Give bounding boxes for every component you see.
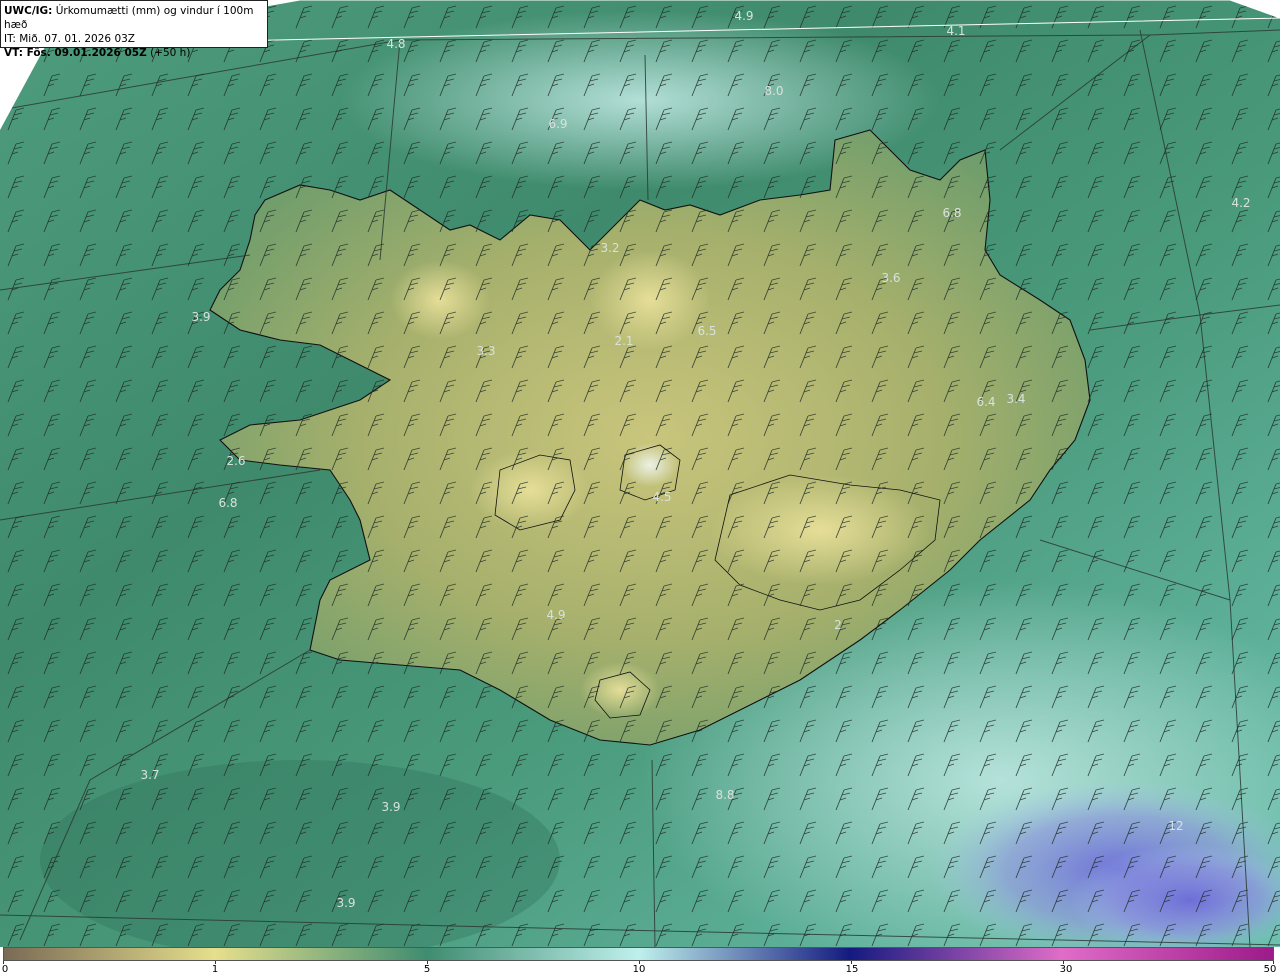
colorbar-tick-label: 1: [211, 964, 219, 975]
forecast-hour: (+50 h): [146, 47, 191, 59]
colorbar-tick-label: 15: [845, 964, 859, 975]
value-label: 2.6: [226, 454, 246, 468]
value-label: 3.7: [140, 768, 160, 782]
value-label: 8.8: [715, 788, 735, 802]
value-label: 6.4: [976, 395, 996, 409]
value-label: 4.5: [652, 490, 672, 504]
map-title-box: UWC/IG: Úrkomumætti (mm) og vindur í 100…: [0, 0, 268, 59]
value-label: 12: [1168, 819, 1184, 833]
colorbar: 0 1 5 10 15 30 50: [0, 947, 1280, 978]
value-label: 4.8: [386, 37, 406, 51]
value-label: 3.6: [881, 271, 901, 285]
value-label: 4.9: [546, 608, 566, 622]
value-label: 2.1: [614, 334, 634, 348]
model-name: UWC/IG:: [4, 5, 53, 17]
value-label: 4.2: [1231, 196, 1251, 210]
colorbar-strip: [3, 947, 1274, 961]
value-label: 3.2: [600, 241, 620, 255]
value-label: 8.0: [764, 84, 784, 98]
value-label: 4.1: [946, 24, 966, 38]
wind-barbs: [0, 0, 1280, 947]
colorbar-tick-label: 50: [1263, 964, 1277, 975]
value-label: 4.9: [734, 9, 754, 23]
value-label: 6.8: [218, 496, 238, 510]
valid-time: VT: Fös. 09.01.2026 05Z (+50 h): [4, 46, 264, 60]
value-label: 3.3: [476, 344, 496, 358]
value-label: 3.9: [336, 896, 356, 910]
colorbar-tick-label: 10: [632, 964, 646, 975]
value-label: 6.9: [548, 117, 568, 131]
product-title: UWC/IG: Úrkomumætti (mm) og vindur í 100…: [4, 4, 264, 32]
colorbar-tick-label: 30: [1059, 964, 1073, 975]
value-label: 6.8: [942, 206, 962, 220]
value-label: 6.5: [697, 324, 717, 338]
weather-map-view: 4.9 4.1 4.8 8.0 6.9 6.8 4.2 3.2 3.6 3.9 …: [0, 0, 1280, 978]
valid-time-value: VT: Fös. 09.01.2026 05Z: [4, 47, 147, 59]
value-label: 2: [834, 618, 842, 632]
value-label: 3.9: [381, 800, 401, 814]
value-label: 3.9: [191, 310, 211, 324]
colorbar-tick-label: 5: [423, 964, 431, 975]
value-label: 3.4: [1006, 392, 1026, 406]
colorbar-tick-label: 0: [1, 964, 9, 975]
model-domain: [0, 0, 1280, 947]
initial-time: IT: Mið. 07. 01. 2026 03Z: [4, 33, 135, 45]
precipitation-map: [0, 0, 1280, 947]
